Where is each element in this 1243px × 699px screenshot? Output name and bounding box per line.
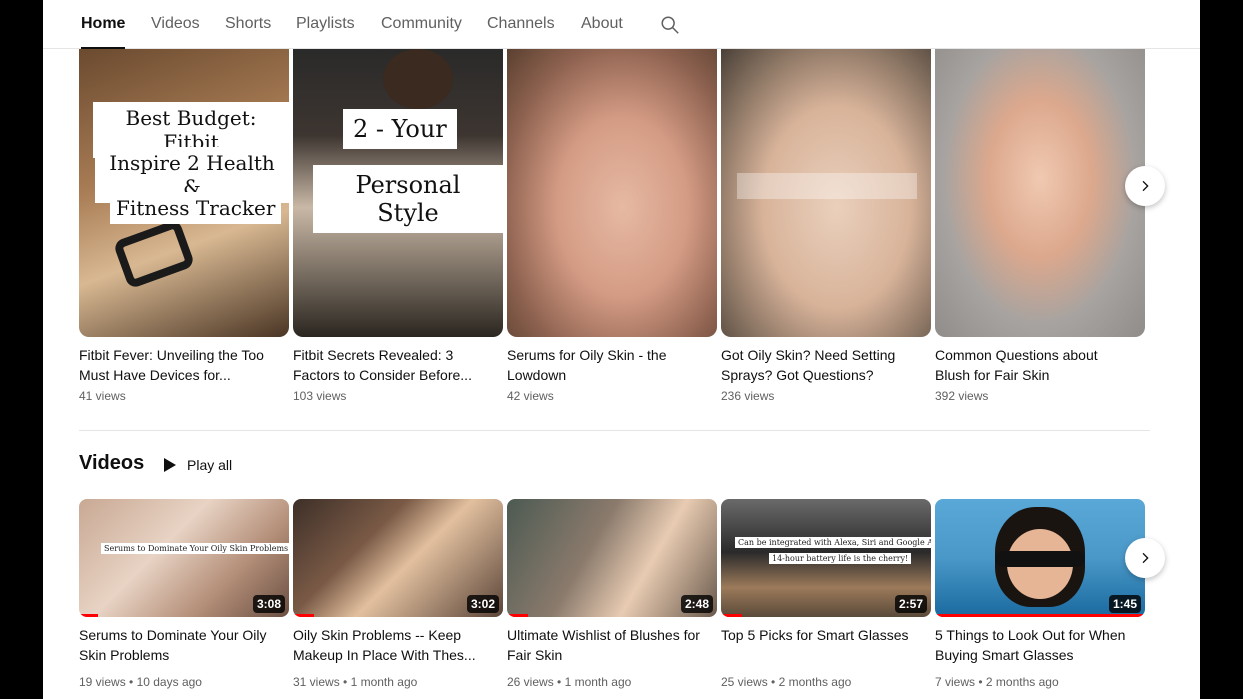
video-title[interactable]: Ultimate Wishlist of Blushes for Fair Sk…	[507, 625, 707, 665]
shorts-next-button[interactable]	[1125, 166, 1165, 206]
short-thumbnail[interactable]	[507, 49, 717, 337]
tab-videos[interactable]: Videos	[151, 15, 200, 49]
duration-badge: 3:02	[466, 595, 499, 613]
tab-community[interactable]: Community	[381, 15, 462, 49]
short-overlay-line: 2 - Your	[343, 109, 457, 149]
short-thumbnail[interactable]: Best Budget: Fitbit Inspire 2 Health & F…	[79, 49, 289, 337]
search-icon[interactable]	[659, 14, 681, 36]
video-thumbnail[interactable]: Serums to Dominate Your Oily Skin Proble…	[79, 499, 289, 617]
shorts-shelf: Best Budget: Fitbit Inspire 2 Health & F…	[79, 49, 1179, 409]
short-views: 392 views	[935, 389, 989, 403]
short-views: 103 views	[293, 389, 347, 403]
short-thumbnail[interactable]	[935, 49, 1145, 337]
thumbnail-caption: Serums to Dominate Your Oily Skin Proble…	[101, 543, 289, 554]
video-title[interactable]: 5 Things to Look Out for When Buying Sma…	[935, 625, 1135, 665]
tab-channels[interactable]: Channels	[487, 15, 555, 49]
video-title[interactable]: Oily Skin Problems -- Keep Makeup In Pla…	[293, 625, 493, 665]
short-title[interactable]: Serums for Oily Skin - the Lowdown	[507, 345, 707, 385]
duration-badge: 1:45	[1108, 595, 1141, 613]
channel-page: Home Videos Shorts Playlists Community C…	[43, 0, 1200, 699]
video-thumbnail[interactable]: 3:02	[293, 499, 503, 617]
video-thumbnail[interactable]: 2:48	[507, 499, 717, 617]
duration-badge: 3:08	[252, 595, 285, 613]
short-thumbnail[interactable]	[721, 49, 931, 337]
short-title[interactable]: Common Questions about Blush for Fair Sk…	[935, 345, 1135, 385]
duration-badge: 2:48	[680, 595, 713, 613]
play-all-button[interactable]: Play all	[163, 452, 232, 478]
watch-progress-bar	[293, 614, 314, 617]
tab-about[interactable]: About	[581, 15, 623, 49]
tab-shorts[interactable]: Shorts	[225, 15, 271, 49]
short-title[interactable]: Got Oily Skin? Need Setting Sprays? Got …	[721, 345, 921, 385]
tab-playlists[interactable]: Playlists	[296, 15, 355, 49]
video-thumbnail[interactable]: 1:45	[935, 499, 1145, 617]
video-meta: 19 views • 10 days ago	[79, 675, 202, 689]
play-icon	[164, 458, 176, 472]
video-title[interactable]: Top 5 Picks for Smart Glasses	[721, 625, 921, 665]
video-meta: 25 views • 2 months ago	[721, 675, 852, 689]
sunglasses-shape	[995, 551, 1085, 567]
short-views: 236 views	[721, 389, 775, 403]
short-thumbnail[interactable]: 2 - Your Personal Style	[293, 49, 503, 337]
short-title[interactable]: Fitbit Fever: Unveiling the Too Must Hav…	[79, 345, 279, 385]
short-overlay-line: Fitness Tracker	[110, 192, 282, 224]
videos-section-title[interactable]: Videos	[79, 452, 144, 475]
short-views: 41 views	[79, 389, 126, 403]
video-meta: 7 views • 2 months ago	[935, 675, 1059, 689]
video-meta: 31 views • 1 month ago	[293, 675, 418, 689]
watch-progress-bar	[507, 614, 528, 617]
watch-progress-bar	[79, 614, 98, 617]
video-title[interactable]: Serums to Dominate Your Oily Skin Proble…	[79, 625, 279, 665]
watch-shape	[112, 218, 196, 290]
short-views: 42 views	[507, 389, 554, 403]
play-all-label: Play all	[187, 457, 233, 473]
short-overlay-line: Personal Style	[313, 165, 503, 233]
thumbnail-caption: Can be integrated with Alexa, Siri and G…	[735, 537, 931, 548]
tab-home[interactable]: Home	[81, 15, 126, 49]
videos-next-button[interactable]	[1125, 538, 1165, 578]
watch-progress-bar	[721, 614, 742, 617]
thumbnail-caption: 14-hour battery life is the cherry!	[769, 553, 912, 564]
faded-caption	[737, 173, 917, 199]
chevron-right-icon	[1142, 552, 1149, 564]
short-title[interactable]: Fitbit Secrets Revealed: 3 Factors to Co…	[293, 345, 493, 385]
chevron-right-icon	[1142, 180, 1149, 192]
video-meta: 26 views • 1 month ago	[507, 675, 632, 689]
section-divider	[79, 430, 1150, 431]
channel-tabs: Home Videos Shorts Playlists Community C…	[43, 0, 1200, 49]
person-head	[383, 49, 453, 109]
duration-badge: 2:57	[894, 595, 927, 613]
watch-progress-bar	[935, 614, 1145, 617]
video-thumbnail[interactable]: Can be integrated with Alexa, Siri and G…	[721, 499, 931, 617]
